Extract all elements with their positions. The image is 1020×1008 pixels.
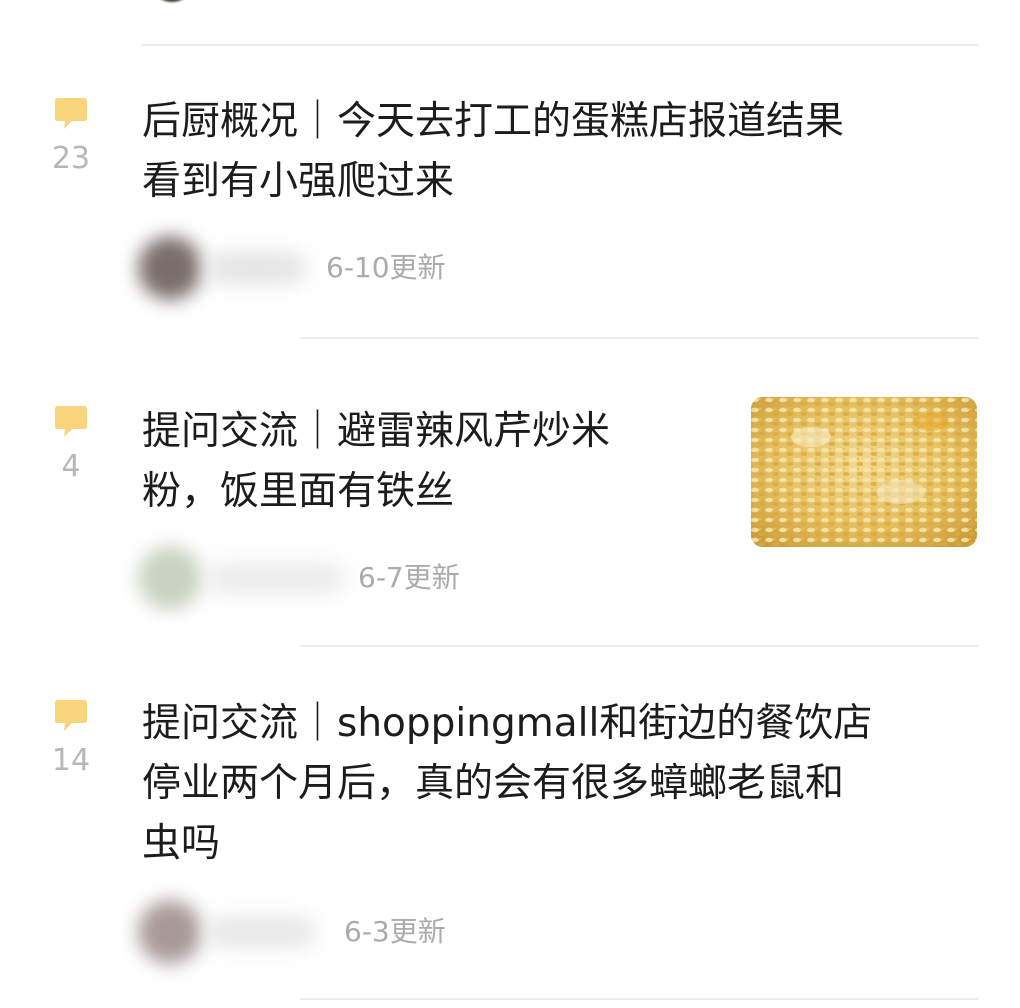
comment-count: 4 [61, 449, 81, 484]
avatar[interactable] [138, 900, 202, 964]
divider [142, 44, 978, 46]
username[interactable] [206, 916, 316, 948]
updated-date: 6-3更新 [344, 915, 446, 948]
updated-date: 6-7更新 [358, 561, 460, 594]
username[interactable] [206, 252, 306, 284]
comment-count: 14 [51, 743, 91, 778]
avatar[interactable] [138, 546, 202, 610]
comment-bubble-icon [55, 406, 87, 437]
divider [300, 998, 978, 1000]
comment-count: 23 [51, 141, 91, 176]
post-meta: 6-10更新 [130, 228, 530, 308]
comment-count-group: 14 [40, 698, 102, 776]
post-title-line: 后厨概况｜今天去打工的蛋糕店报道结果 [142, 99, 845, 144]
fried-rice-photo-icon [751, 397, 977, 547]
username[interactable] [206, 562, 346, 594]
post-title[interactable]: 后厨概况｜今天去打工的蛋糕店报道结果 看到有小强爬过来 [142, 92, 972, 212]
avatar[interactable] [138, 236, 202, 300]
post-meta: 6-7更新 [130, 538, 530, 618]
post-title-line: 看到有小强爬过来 [142, 159, 455, 204]
post-title-line: 停业两个月后，真的会有很多蟑螂老鼠和 [142, 761, 845, 806]
post-title-line: 虫吗 [142, 821, 221, 866]
comment-count-group: 23 [40, 96, 102, 174]
comment-bubble-icon [55, 700, 87, 731]
post-thumbnail-image[interactable] [751, 397, 977, 547]
post-title[interactable]: 提问交流｜shoppingmall和街边的餐饮店 停业两个月后，真的会有很多蟑螂… [142, 694, 972, 874]
previous-post-avatar[interactable] [150, 0, 194, 2]
post-title-line: 提问交流｜避雷辣风芹炒米 [142, 409, 611, 454]
comment-count-group: 4 [40, 404, 102, 482]
updated-date: 6-10更新 [326, 251, 446, 284]
post-title-line: 提问交流｜shoppingmall和街边的餐饮店 [142, 701, 873, 746]
post-meta: 6-3更新 [130, 892, 530, 972]
comment-bubble-icon [55, 98, 87, 129]
divider [300, 645, 978, 647]
post-title[interactable]: 提问交流｜避雷辣风芹炒米 粉，饭里面有铁丝 [142, 402, 722, 522]
divider [300, 337, 978, 339]
post-title-line: 粉，饭里面有铁丝 [142, 469, 455, 514]
